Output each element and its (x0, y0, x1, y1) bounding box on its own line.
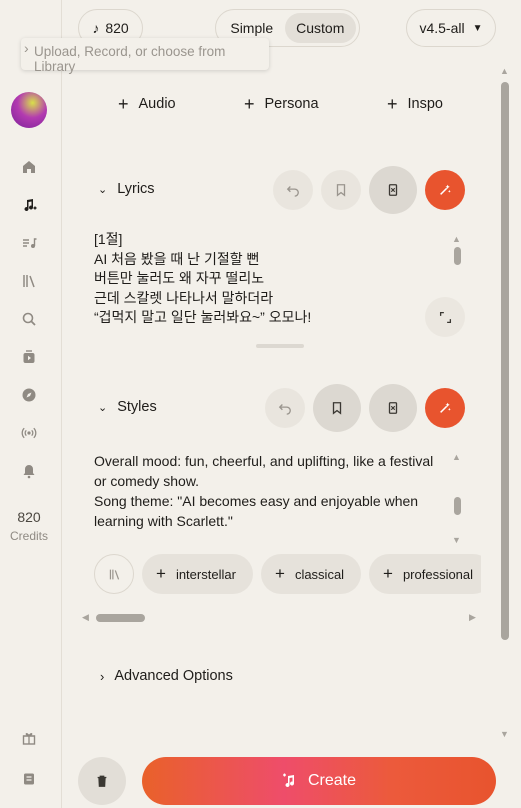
chevron-right-icon: › (24, 40, 29, 56)
undo-icon (286, 186, 299, 197)
style-tag[interactable]: + interstellar (142, 554, 253, 594)
lyrics-line: “겁먹지 말고 일단 눌러봐요~” 오모나! (94, 309, 312, 325)
music-note-icon: ♪ (92, 20, 100, 36)
avatar[interactable] (11, 92, 47, 128)
plus-icon: + (118, 94, 129, 114)
styles-title: Styles (117, 399, 157, 415)
add-persona-label: Persona (264, 96, 319, 112)
library-icon[interactable] (19, 271, 39, 291)
plus-icon: + (244, 94, 255, 114)
add-inspo-button[interactable]: + Inspo (387, 94, 443, 114)
video-icon[interactable] (19, 347, 39, 367)
lyrics-line: [1절] (94, 231, 123, 247)
lyrics-clear-button[interactable] (369, 166, 417, 214)
lyrics-textarea[interactable]: [1절] AI 처음 봤을 때 난 기절할 뻔 버튼만 눌러도 왜 자꾸 떨리노… (94, 230, 311, 328)
chevron-down-icon: ⌄ (98, 183, 108, 196)
advanced-options-label: Advanced Options (114, 668, 233, 684)
mode-simple-tab[interactable]: Simple (219, 20, 285, 36)
style-library-button[interactable] (94, 554, 134, 594)
add-audio-button[interactable]: + Audio (118, 94, 176, 114)
scroll-up-arrow[interactable]: ▲ (500, 66, 509, 76)
chevron-down-icon: ⌄ (98, 401, 108, 414)
styles-magic-button[interactable] (425, 388, 465, 428)
bookmark-icon (336, 184, 346, 197)
lyrics-magic-button[interactable] (425, 170, 465, 210)
expand-icon (439, 311, 451, 323)
gift-icon[interactable] (19, 728, 39, 748)
create-music-icon[interactable] (19, 195, 39, 215)
plus-icon: + (275, 564, 285, 583)
styles-text-line: Overall mood: fun, cheerful, and uplifti… (94, 453, 434, 489)
scroll-down-arrow[interactable]: ▼ (500, 729, 509, 739)
advanced-options-toggle[interactable]: › Advanced Options (100, 668, 233, 684)
lyrics-undo-button[interactable] (273, 170, 313, 210)
add-persona-button[interactable]: + Persona (244, 94, 319, 114)
model-select-value: v4.5-all (419, 20, 465, 36)
lyrics-resize-handle[interactable] (256, 344, 304, 348)
style-tag[interactable]: + classical (261, 554, 361, 594)
main-scrollbar-thumb[interactable] (501, 82, 509, 640)
chevron-right-icon: › (100, 668, 105, 684)
bookmark-icon (332, 402, 342, 415)
lyrics-expand-button[interactable] (425, 297, 465, 337)
plus-icon: + (387, 94, 398, 114)
add-inspo-label: Inspo (407, 96, 443, 112)
lyrics-line: 근데 스칼렛 나타나서 말하더라 (94, 289, 274, 306)
styles-text-line: Song theme: "AI becomes easy and enjoyab… (94, 493, 419, 529)
explore-icon[interactable] (19, 385, 39, 405)
clear-icon (388, 184, 398, 196)
credits-badge-value: 820 (105, 20, 129, 36)
notes-icon[interactable] (19, 769, 39, 789)
model-select[interactable]: v4.5-all ▼ (406, 9, 496, 47)
plus-icon: + (156, 564, 166, 583)
styles-scroll-up-arrow[interactable]: ▲ (452, 452, 461, 462)
delete-button[interactable] (78, 757, 126, 805)
lyrics-bookmark-button[interactable] (321, 170, 361, 210)
styles-section-toggle[interactable]: ⌄ Styles (98, 399, 157, 415)
tags-scroll-right-arrow[interactable]: ▶ (469, 612, 476, 623)
sidebar: 820 Credits (0, 0, 62, 808)
lyrics-section-toggle[interactable]: ⌄ Lyrics (98, 181, 155, 197)
upload-tooltip: Upload, Record, or choose from Library (21, 38, 269, 74)
library-icon (109, 569, 119, 580)
search-icon[interactable] (19, 309, 39, 329)
create-button-label: Create (307, 772, 357, 789)
clear-icon (388, 402, 398, 414)
home-icon[interactable] (19, 157, 39, 177)
credits-label: Credits (9, 529, 48, 543)
lyrics-line: AI 처음 봤을 때 난 기절할 뻔 (94, 250, 260, 267)
plus-icon: + (383, 564, 393, 583)
magic-wand-icon (440, 184, 451, 195)
style-tag-label: professional (402, 566, 474, 582)
add-audio-label: Audio (138, 96, 176, 112)
tags-scroll-left-arrow[interactable]: ◀ (82, 612, 89, 623)
styles-textarea[interactable]: Overall mood: fun, cheerful, and uplifti… (94, 451, 446, 531)
trash-icon (97, 775, 107, 787)
mode-custom-tab[interactable]: Custom (284, 13, 356, 43)
styles-undo-button[interactable] (265, 388, 305, 428)
styles-scroll-down-arrow[interactable]: ▼ (452, 535, 461, 545)
credits-count: 820 (17, 509, 41, 525)
create-music-icon (282, 773, 294, 788)
notification-icon[interactable] (19, 461, 39, 481)
playlist-add-icon[interactable] (19, 233, 39, 253)
style-tag-clip: + professional (369, 554, 481, 594)
style-tag[interactable]: + professional (369, 554, 481, 594)
style-tag-label: classical (294, 566, 345, 582)
lyrics-scrollbar-thumb[interactable] (454, 247, 461, 265)
style-tag-label: interstellar (175, 566, 236, 582)
styles-bookmark-button[interactable] (313, 384, 361, 432)
radio-icon[interactable] (19, 423, 39, 443)
undo-icon (278, 404, 291, 415)
lyrics-title: Lyrics (117, 181, 155, 197)
styles-scrollbar-thumb[interactable] (454, 497, 461, 515)
tags-scrollbar-thumb[interactable] (96, 614, 145, 622)
lyrics-scroll-up-arrow[interactable]: ▲ (452, 234, 461, 244)
lyrics-line: 버튼만 눌러도 왜 자꾸 떨리노 (94, 270, 265, 286)
caret-down-icon: ▼ (472, 22, 483, 34)
styles-clear-button[interactable] (369, 384, 417, 432)
create-button[interactable]: Create (142, 757, 496, 805)
magic-wand-icon (440, 402, 451, 413)
